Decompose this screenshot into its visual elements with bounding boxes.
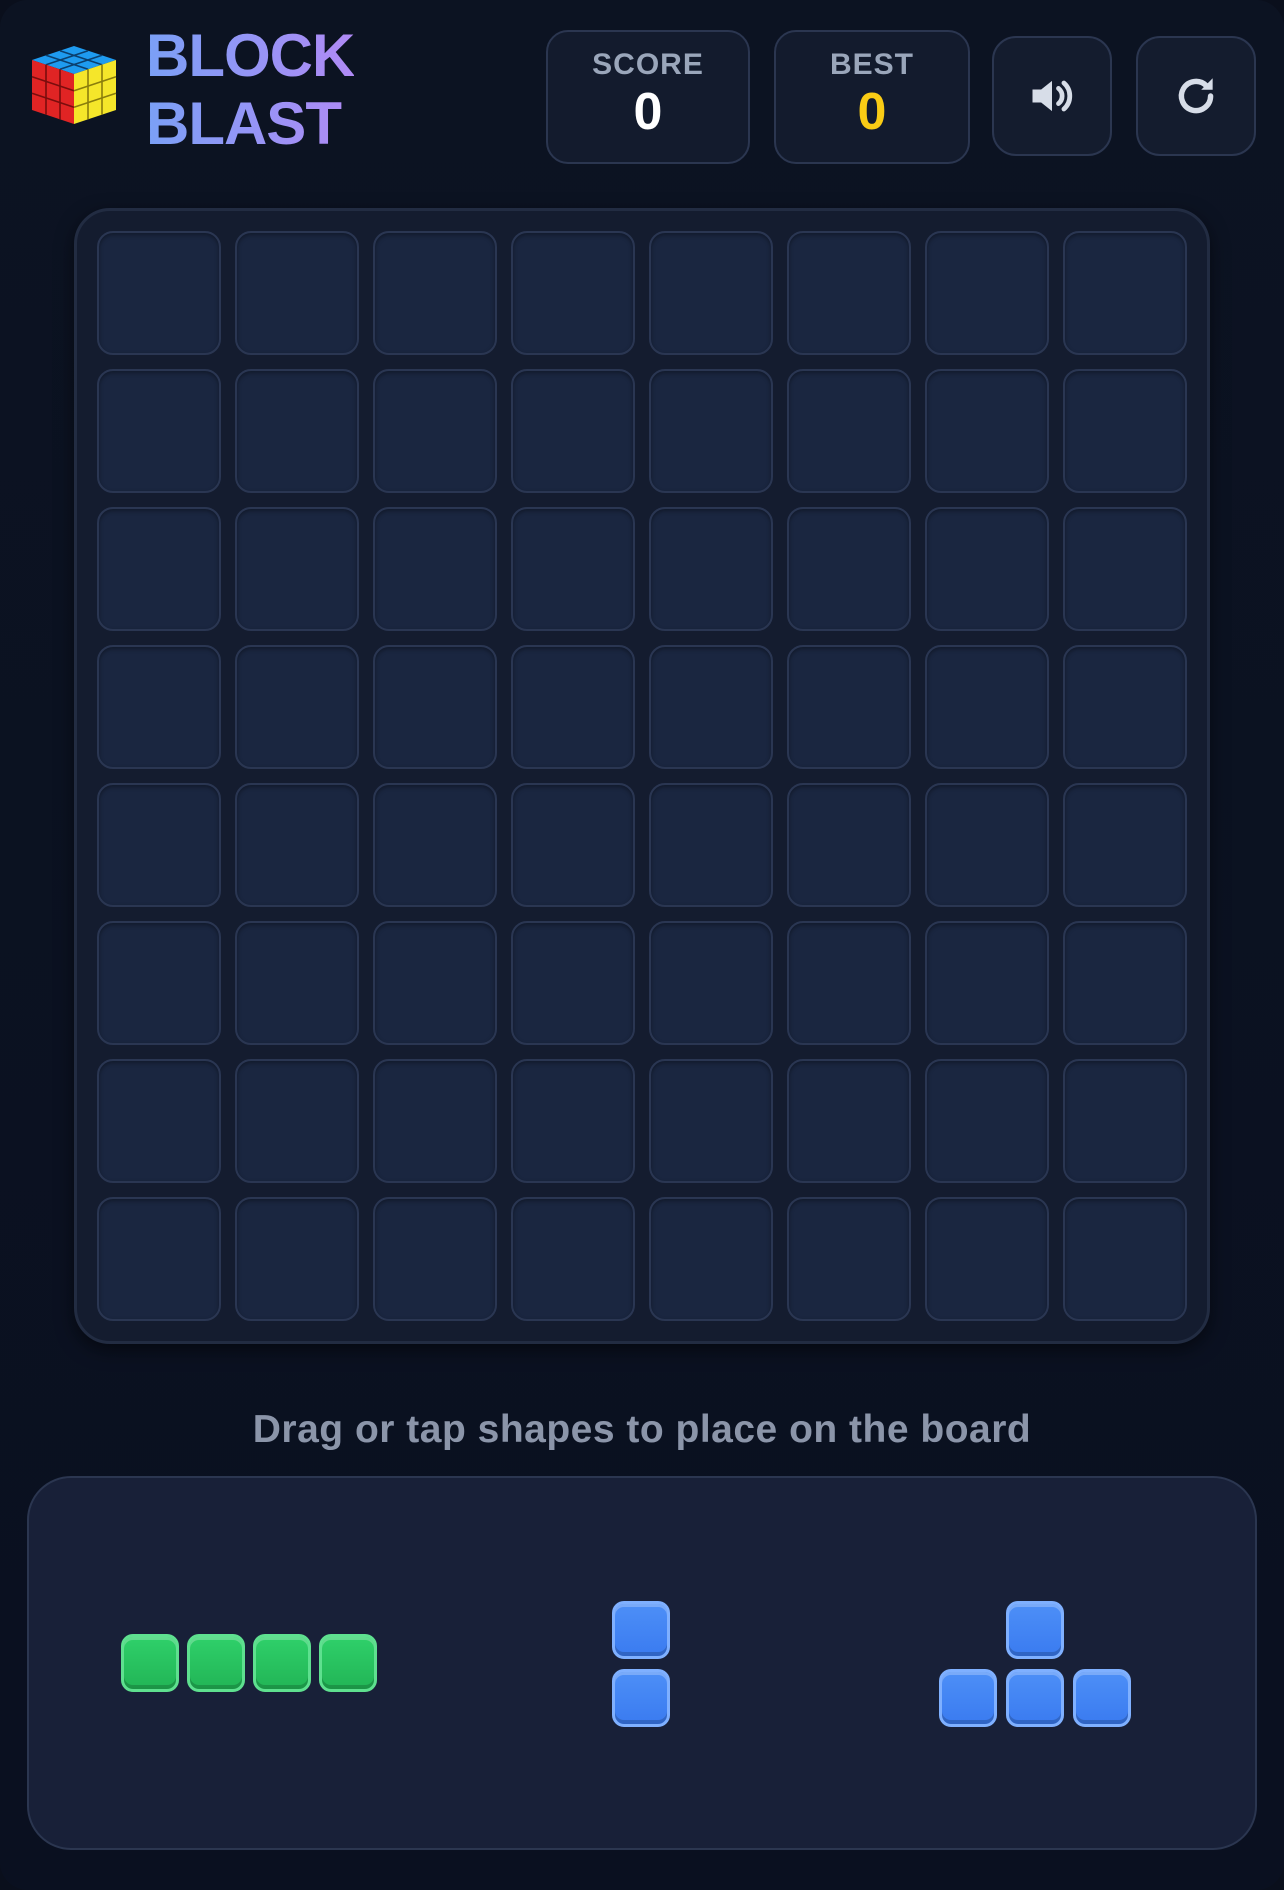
board-cell[interactable] [373, 369, 497, 493]
board-cell[interactable] [787, 1059, 911, 1183]
board-cell[interactable] [649, 1059, 773, 1183]
restart-icon [1178, 78, 1214, 114]
board-cell[interactable] [373, 507, 497, 631]
board-cell[interactable] [787, 783, 911, 907]
board-cell[interactable] [787, 231, 911, 355]
score-label: SCORE [592, 48, 704, 81]
board-cell[interactable] [649, 783, 773, 907]
board-cell[interactable] [511, 1197, 635, 1321]
block [612, 1601, 670, 1659]
board-grid [97, 231, 1187, 1321]
board-cell[interactable] [235, 1197, 359, 1321]
title-line-1: BLOCK [146, 22, 355, 89]
board-cell[interactable] [373, 645, 497, 769]
board-cell[interactable] [97, 921, 221, 1045]
board-cell[interactable] [787, 1197, 911, 1321]
speaker-volume-icon [1032, 80, 1073, 112]
board-cell[interactable] [1063, 231, 1187, 355]
game-title: BLOCK BLAST [146, 22, 354, 158]
board-cell[interactable] [97, 507, 221, 631]
board-cell[interactable] [649, 921, 773, 1045]
board-cell[interactable] [511, 231, 635, 355]
board-cell[interactable] [649, 369, 773, 493]
game-board[interactable] [74, 208, 1210, 1344]
board-cell[interactable] [373, 921, 497, 1045]
board-cell[interactable] [373, 1059, 497, 1183]
block [319, 1634, 377, 1692]
board-cell[interactable] [235, 921, 359, 1045]
board-cell[interactable] [1063, 783, 1187, 907]
board-cell[interactable] [511, 645, 635, 769]
board-cell[interactable] [1063, 1059, 1187, 1183]
board-cell[interactable] [97, 645, 221, 769]
board-cell[interactable] [235, 231, 359, 355]
restart-button[interactable] [1136, 36, 1256, 156]
board-cell[interactable] [511, 369, 635, 493]
piece-1[interactable] [121, 1634, 377, 1694]
piece-2[interactable] [612, 1601, 672, 1727]
block [121, 1634, 179, 1692]
board-cell[interactable] [511, 507, 635, 631]
board-cell[interactable] [1063, 1197, 1187, 1321]
board-cell[interactable] [97, 1059, 221, 1183]
best-value: 0 [857, 83, 887, 141]
board-cell[interactable] [1063, 921, 1187, 1045]
board-cell[interactable] [235, 507, 359, 631]
board-cell[interactable] [649, 507, 773, 631]
block [1006, 1669, 1064, 1727]
score-value: 0 [633, 83, 663, 141]
sound-toggle-button[interactable] [992, 36, 1112, 156]
board-cell[interactable] [235, 783, 359, 907]
board-cell[interactable] [97, 1197, 221, 1321]
board-cell[interactable] [1063, 645, 1187, 769]
board-cell[interactable] [925, 1059, 1049, 1183]
board-cell[interactable] [373, 1197, 497, 1321]
board-cell[interactable] [925, 507, 1049, 631]
score-box: SCORE 0 [546, 30, 750, 164]
board-cell[interactable] [97, 231, 221, 355]
block [253, 1634, 311, 1692]
game-screen: BLOCK BLAST SCORE 0 BEST 0 Drag or tap s… [0, 0, 1284, 1890]
board-cell[interactable] [511, 783, 635, 907]
board-cell[interactable] [373, 231, 497, 355]
best-label: BEST [829, 48, 914, 81]
board-cell[interactable] [925, 1197, 1049, 1321]
best-box: BEST 0 [774, 30, 970, 164]
board-cell[interactable] [511, 921, 635, 1045]
board-cell[interactable] [787, 921, 911, 1045]
board-cell[interactable] [649, 645, 773, 769]
board-cell[interactable] [1063, 369, 1187, 493]
board-cell[interactable] [787, 507, 911, 631]
board-cell[interactable] [787, 369, 911, 493]
board-cell[interactable] [235, 645, 359, 769]
instruction-text: Drag or tap shapes to place on the board [252, 1408, 1032, 1451]
block [1006, 1601, 1064, 1659]
board-cell[interactable] [925, 921, 1049, 1045]
board-cell[interactable] [787, 645, 911, 769]
title-line-2: BLAST [146, 90, 341, 157]
block [1073, 1669, 1131, 1727]
board-cell[interactable] [97, 783, 221, 907]
board-cell[interactable] [97, 369, 221, 493]
board-cell[interactable] [649, 1197, 773, 1321]
board-cell[interactable] [235, 1059, 359, 1183]
board-cell[interactable] [925, 783, 1049, 907]
board-cell[interactable] [1063, 507, 1187, 631]
board-cell[interactable] [235, 369, 359, 493]
board-cell[interactable] [925, 369, 1049, 493]
rubiks-cube-logo-icon [31, 46, 117, 124]
block [187, 1634, 245, 1692]
block [612, 1669, 670, 1727]
piece-tray [27, 1476, 1257, 1850]
board-cell[interactable] [925, 231, 1049, 355]
block [939, 1669, 997, 1727]
board-cell[interactable] [511, 1059, 635, 1183]
piece-3[interactable] [939, 1601, 1133, 1727]
board-cell[interactable] [649, 231, 773, 355]
board-cell[interactable] [373, 783, 497, 907]
board-cell[interactable] [925, 645, 1049, 769]
